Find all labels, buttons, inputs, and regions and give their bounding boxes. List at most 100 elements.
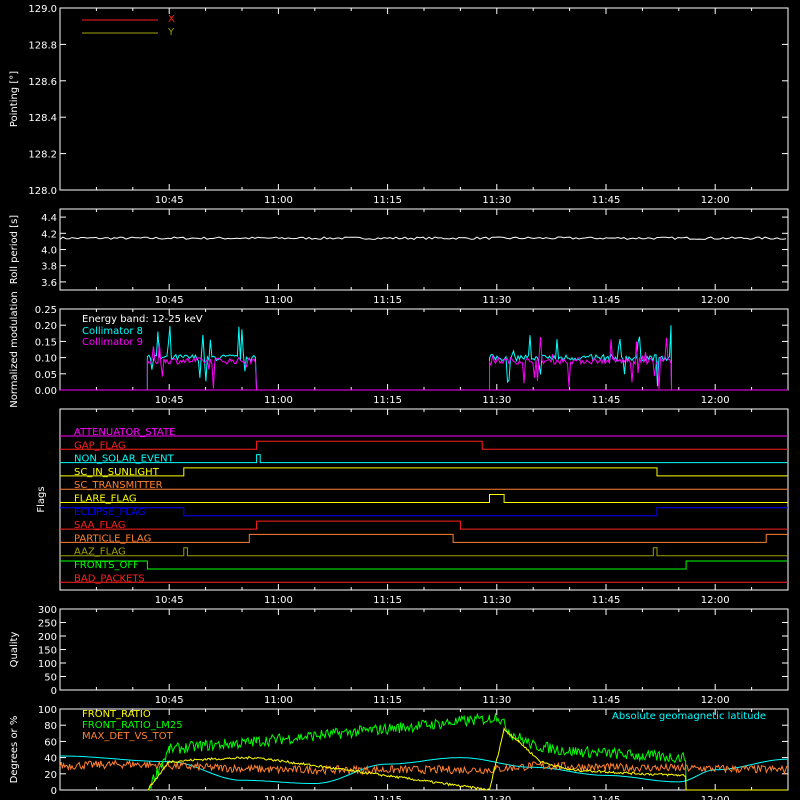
y-tick-label: 3.6 — [41, 278, 57, 289]
y-tick-label: 128.0 — [28, 186, 57, 197]
flag-trace-aaz-flag — [60, 547, 788, 557]
y-axis-label: Pointing [°] — [9, 71, 20, 127]
x-tick-label: 11:30 — [482, 595, 511, 606]
y-tick-label: 4.4 — [41, 213, 57, 224]
legend-label-y: Y — [167, 27, 175, 38]
ratio-trace-absolute-geomagnetic-latitude — [60, 755, 788, 784]
x-tick-label: 11:45 — [592, 195, 621, 206]
roll-period-line — [59, 236, 787, 240]
flag-trace-saa-flag — [60, 520, 788, 530]
y-tick-label: 128.6 — [28, 77, 57, 88]
quality-panel-frame — [59, 608, 789, 691]
y-axis-label: Normalized modulation — [9, 291, 20, 408]
flag-trace-sc-in-sunlight — [60, 467, 788, 477]
x-tick-label: 10:45 — [155, 595, 184, 606]
x-tick-label: 11:00 — [264, 395, 293, 406]
flag-trace-gap-flag — [60, 440, 788, 450]
x-tick-label: 11:15 — [373, 395, 402, 406]
x-tick-label: 10:45 — [155, 195, 184, 206]
x-tick-label: 12:00 — [701, 795, 730, 800]
y-axis-label: Flags — [36, 486, 47, 512]
x-tick-label: 11:45 — [592, 795, 621, 800]
y-tick-label: 20 — [44, 770, 57, 781]
x-tick-label: 11:00 — [264, 695, 293, 706]
y-tick-label: 60 — [44, 737, 57, 748]
x-tick-label: 11:15 — [373, 695, 402, 706]
x-tick-label: 11:00 — [264, 295, 293, 306]
y-tick-label: 3.8 — [41, 262, 57, 273]
y-tick-label: 128.8 — [28, 40, 57, 51]
x-tick-label: 11:00 — [264, 595, 293, 606]
x-tick-label: 11:45 — [592, 695, 621, 706]
flag-trace-flare-flag — [60, 494, 788, 503]
flag-label: FRONTS_OFF — [74, 560, 139, 571]
y-tick-label: 4.2 — [41, 229, 57, 240]
x-tick-label: 10:45 — [155, 395, 184, 406]
x-tick-label: 12:00 — [701, 695, 730, 706]
x-tick-label: 11:15 — [373, 195, 402, 206]
y-tick-label: 0.25 — [35, 305, 57, 316]
x-tick-label: 10:45 — [155, 795, 184, 800]
x-tick-label: 11:30 — [482, 295, 511, 306]
y-axis-label: Degrees or % — [9, 716, 20, 784]
x-tick-label: 11:45 — [592, 395, 621, 406]
x-tick-label: 11:15 — [373, 595, 402, 606]
modulation-trace-collimator-9 — [488, 336, 673, 391]
x-tick-label: 11:45 — [592, 595, 621, 606]
x-tick-label: 11:00 — [264, 795, 293, 800]
y-tick-label: 128.4 — [28, 113, 57, 124]
y-tick-label: 0.10 — [35, 354, 57, 365]
y-tick-label: 250 — [38, 619, 57, 630]
y-axis-label: Roll period [s] — [9, 215, 20, 284]
modulation-trace-collimator-8 — [146, 325, 258, 391]
y-tick-label: 0 — [51, 786, 57, 797]
y-tick-label: 200 — [38, 632, 57, 643]
roll-period-panel: 10:45 11:00 11:15 11:30 11:45 12:00 — [59, 208, 789, 306]
x-tick-label: 11:00 — [264, 195, 293, 206]
y-tick-label: 129.0 — [28, 4, 57, 15]
y-tick-label: 0.00 — [35, 386, 57, 397]
y-tick-label: 100 — [38, 705, 57, 716]
x-tick-label: 11:45 — [592, 295, 621, 306]
legend-label-collimator-8: Collimator 8 — [82, 326, 143, 337]
x-tick-label: 11:30 — [482, 695, 511, 706]
x-tick-label: 11:30 — [482, 195, 511, 206]
x-tick-label: 11:15 — [373, 795, 402, 800]
x-tick-label: 12:00 — [701, 395, 730, 406]
x-tick-label: 12:00 — [701, 595, 730, 606]
energy-band-annotation: Energy band: 12-25 keV — [82, 314, 203, 325]
x-tick-label: 11:15 — [373, 295, 402, 306]
x-tick-label: 11:30 — [482, 395, 511, 406]
y-tick-label: 0.05 — [35, 370, 57, 381]
y-tick-label: 40 — [44, 754, 57, 765]
y-tick-label: 80 — [44, 721, 57, 732]
y-tick-label: 150 — [38, 646, 57, 657]
geomagnetic-latitude-annotation: Absolute geomagnetic latitude — [612, 711, 766, 722]
y-tick-label: 0.15 — [35, 337, 57, 348]
y-tick-label: 128.2 — [28, 150, 57, 161]
legend-label: MAX_DET_VS_TOT — [82, 731, 174, 742]
x-tick-label: 11:30 — [482, 795, 511, 800]
rhessi-quicklook-chart: 10:45 11:00 11:15 11:30 11:45 12:00 128.0 128.2… — [9, 4, 789, 800]
x-tick-label: 12:00 — [701, 295, 730, 306]
legend-label: FRONT_RATIO — [82, 709, 151, 720]
flag-trace-particle-flag — [60, 533, 788, 543]
x-tick-label: 12:00 — [701, 195, 730, 206]
roll-period-panel-frame — [59, 208, 789, 291]
y-tick-label: 0 — [51, 686, 57, 697]
legend-label-x: X — [168, 14, 175, 25]
y-axis-label: Quality — [9, 632, 20, 668]
y-tick-label: 50 — [44, 673, 57, 684]
y-tick-label: 300 — [38, 605, 57, 616]
quality-panel: 10:45 11:00 11:15 11:30 11:45 12:00 — [59, 608, 789, 706]
y-tick-label: 4.0 — [41, 246, 57, 257]
flag-trace-fronts-off — [60, 560, 788, 570]
x-tick-label: 10:45 — [155, 695, 184, 706]
y-tick-label: 0.20 — [35, 321, 57, 332]
legend-label: FRONT_RATIO_LM25 — [82, 720, 183, 731]
flag-label: ECLIPSE_FLAG — [74, 507, 145, 518]
y-tick-label: 100 — [38, 659, 57, 670]
legend-label-collimator-9: Collimator 9 — [82, 337, 143, 348]
flag-trace-eclipse-flag — [60, 507, 788, 517]
x-tick-label: 10:45 — [155, 295, 184, 306]
